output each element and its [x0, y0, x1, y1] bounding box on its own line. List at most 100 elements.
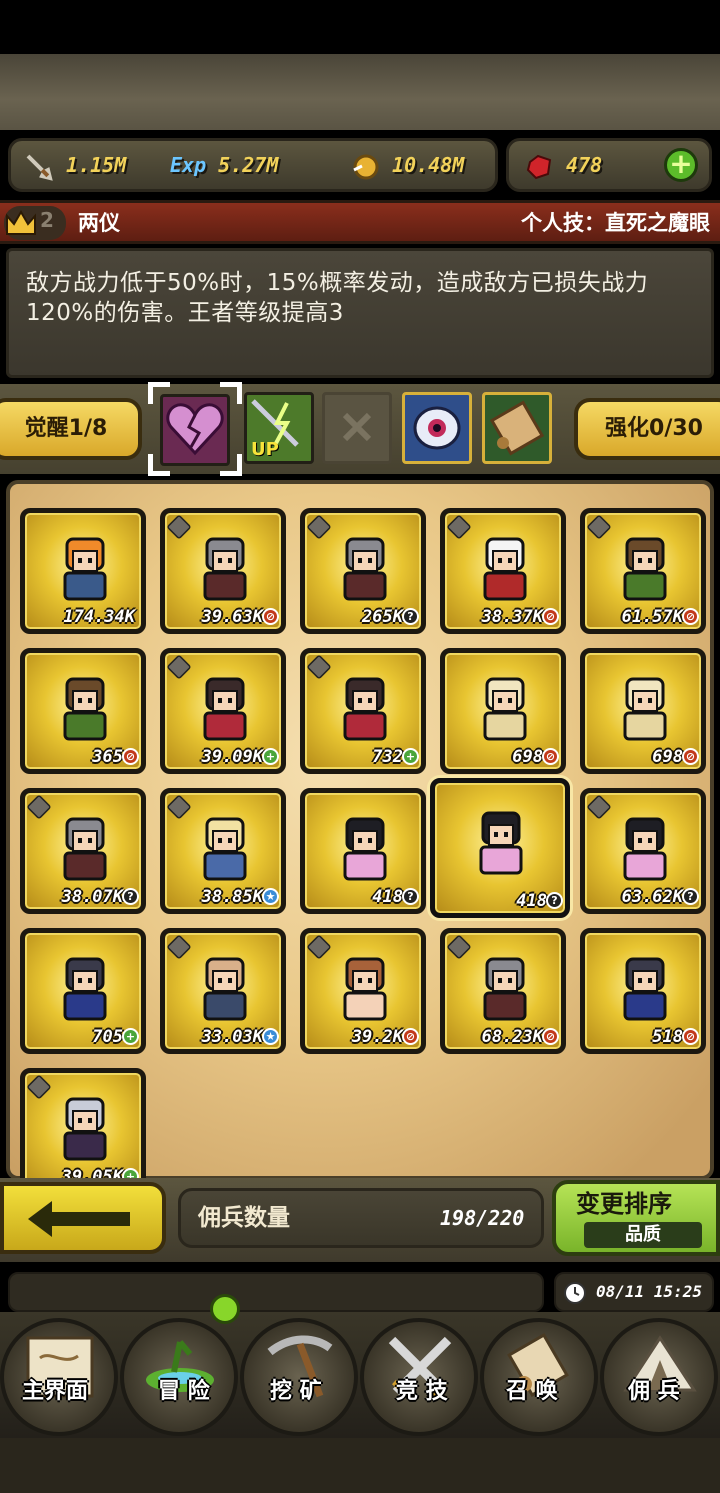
mercenary-portrait	[333, 951, 397, 1023]
mercenary-power: 265K	[362, 607, 403, 627]
element-icon: ⊘	[682, 608, 699, 625]
mercenary-portrait	[53, 671, 117, 743]
mercenary-card[interactable]: 39.05K +	[20, 1068, 146, 1194]
clock: 08/11 15:25	[554, 1272, 714, 1312]
notification-dot	[210, 1294, 240, 1324]
unknown-icon: ?	[546, 892, 563, 909]
mercenary-power: 38.07K	[61, 887, 123, 907]
mercenary-portrait	[473, 671, 537, 743]
mercenary-power: 698	[652, 747, 683, 767]
mercenary-card[interactable]: 518 ⊘	[580, 928, 706, 1054]
mercenary-card[interactable]: 698 ⊘	[440, 648, 566, 774]
element-icon: ⊘	[682, 1028, 699, 1045]
element-icon: ⊘	[542, 608, 559, 625]
mercenary-power: 418	[516, 891, 547, 911]
element-icon: ⊘	[542, 748, 559, 765]
element-icon: ⊘	[122, 748, 139, 765]
mercenary-card[interactable]: 365 ⊘	[20, 648, 146, 774]
plus-icon: +	[122, 1028, 139, 1045]
nav-mining-label: 挖 矿	[270, 1379, 322, 1404]
mercenary-card[interactable]: 732 +	[300, 648, 426, 774]
weapon-icon	[26, 794, 52, 820]
nav-summon-label: 召 唤	[506, 1379, 558, 1404]
mercenary-portrait	[473, 531, 537, 603]
mercenary-portrait	[53, 1091, 117, 1163]
mercenary-power: 63.62K	[621, 887, 683, 907]
weapon-icon	[166, 794, 192, 820]
mercenary-card[interactable]: 265K?	[300, 508, 426, 634]
mercenary-portrait	[193, 531, 257, 603]
mercenary-card[interactable]: 38.07K?	[20, 788, 146, 914]
mercenary-card[interactable]: 38.37K ⊘	[440, 508, 566, 634]
mercenary-power: 698	[512, 747, 543, 767]
mercenary-count-value: 198/220	[440, 1206, 525, 1230]
mercenary-portrait	[613, 671, 677, 743]
element-icon: ⊘	[542, 1028, 559, 1045]
unknown-icon: ?	[122, 888, 139, 905]
mercenary-card[interactable]: 38.85K ★	[160, 788, 286, 914]
mercenary-portrait	[473, 951, 537, 1023]
plus-icon: +	[262, 748, 279, 765]
weapon-icon	[306, 514, 332, 540]
weapon-icon	[306, 654, 332, 680]
mercenary-power: 33.03K	[201, 1027, 263, 1047]
mercenary-power: 61.57K	[621, 607, 683, 627]
weapon-icon	[166, 654, 192, 680]
mercenary-power: 39.09K	[201, 747, 263, 767]
nav-main-label: 主界面	[22, 1379, 89, 1404]
mercenary-portrait	[193, 951, 257, 1023]
sort-mode: 品质	[584, 1222, 702, 1248]
mercenary-power: 518	[652, 1027, 683, 1047]
weapon-icon	[446, 934, 472, 960]
star-icon: ★	[262, 1028, 279, 1045]
unknown-icon: ?	[402, 888, 419, 905]
element-icon: ⊘	[262, 608, 279, 625]
mercenary-portrait	[193, 811, 257, 883]
mercenary-card[interactable]: 63.62K?	[580, 788, 706, 914]
mercenary-card[interactable]: 39.63K ⊘	[160, 508, 286, 634]
mercenary-portrait	[193, 671, 257, 743]
mercenary-grid: 174.34K 39.63K ⊘ 265K? 38.37K ⊘ 61.57K ⊘ 365 ⊘ 39.…	[0, 0, 720, 1194]
mercenary-power: 39.2K	[351, 1027, 403, 1047]
nav-mercenary-label: 佣 兵	[628, 1379, 680, 1404]
element-icon: ⊘	[682, 748, 699, 765]
unknown-icon: ?	[402, 608, 419, 625]
mercenary-card[interactable]: 698 ⊘	[580, 648, 706, 774]
mercenary-portrait	[333, 811, 397, 883]
mercenary-portrait	[53, 811, 117, 883]
mercenary-card[interactable]: 705 +	[20, 928, 146, 1054]
mercenary-power: 174.34K	[63, 607, 135, 627]
back-button[interactable]	[0, 1182, 166, 1254]
nav-arena-label: 竞 技	[396, 1379, 448, 1404]
sort-title: 变更排序	[576, 1190, 672, 1218]
weapon-icon	[586, 794, 612, 820]
mercenary-card[interactable]: 174.34K	[20, 508, 146, 634]
mercenary-portrait	[469, 805, 533, 877]
mercenary-card[interactable]: 418?	[300, 788, 426, 914]
arrow-left-icon	[28, 1201, 130, 1237]
mercenary-count-label: 佣兵数量	[198, 1205, 290, 1231]
mercenary-portrait	[333, 671, 397, 743]
mercenary-card[interactable]: 33.03K ★	[160, 928, 286, 1054]
mercenary-card[interactable]: 39.09K +	[160, 648, 286, 774]
mercenary-power: 365	[92, 747, 123, 767]
mercenary-card[interactable]: 39.2K ⊘	[300, 928, 426, 1054]
mercenary-card[interactable]: 68.23K ⊘	[440, 928, 566, 1054]
chat-bar[interactable]	[8, 1272, 544, 1312]
weapon-icon	[586, 514, 612, 540]
weapon-icon	[166, 934, 192, 960]
mercenary-portrait	[613, 531, 677, 603]
mercenary-power: 732	[372, 747, 403, 767]
mercenary-card[interactable]: 61.57K ⊘	[580, 508, 706, 634]
weapon-icon	[446, 514, 472, 540]
nav-adventure-label: 冒 险	[158, 1379, 210, 1404]
mercenary-power: 38.85K	[201, 887, 263, 907]
mercenary-card[interactable]: 418?	[430, 778, 570, 918]
plus-icon: +	[402, 748, 419, 765]
weapon-icon	[306, 934, 332, 960]
mercenary-portrait	[53, 951, 117, 1023]
mercenary-power: 418	[372, 887, 403, 907]
mercenary-power: 39.63K	[201, 607, 263, 627]
mercenary-portrait	[333, 531, 397, 603]
mercenary-portrait	[53, 531, 117, 603]
